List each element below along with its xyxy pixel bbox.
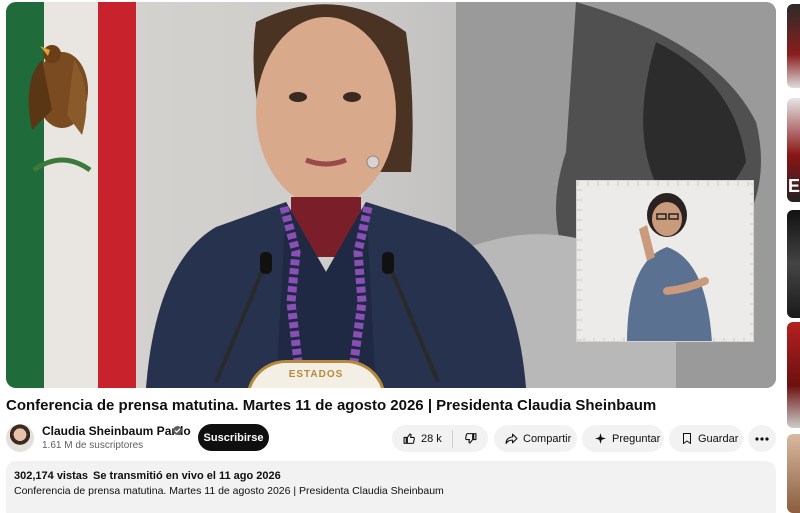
like-count: 28 k [421, 432, 442, 445]
like-button[interactable]: 28 k [392, 432, 452, 445]
more-horizontal-icon [755, 436, 769, 441]
video-title: Conferencia de prensa matutina. Martes 1… [6, 397, 657, 414]
share-label: Compartir [523, 432, 572, 445]
channel-avatar[interactable] [6, 424, 34, 452]
save-label: Guardar [698, 432, 739, 445]
video-player[interactable]: ESTADOS [6, 2, 776, 388]
dislike-button[interactable] [453, 432, 488, 445]
verified-check-icon [173, 426, 182, 435]
ask-button[interactable]: Preguntar [582, 425, 664, 452]
bookmark-icon [683, 433, 691, 444]
podium-seal: ESTADOS [246, 360, 386, 388]
related-video-thumbnail[interactable] [787, 210, 800, 318]
thumbs-up-icon [403, 433, 415, 444]
more-actions-button[interactable] [748, 425, 776, 452]
channel-name[interactable]: Claudia Sheinbaum Pardo [42, 424, 191, 438]
thumbnail-overlay-text: E [788, 176, 800, 196]
interpreter-figure [577, 181, 753, 341]
related-video-thumbnail[interactable] [787, 322, 800, 428]
subscriber-count: 1.61 M de suscriptores [42, 440, 144, 451]
view-count: 302,174 vistas [14, 470, 89, 482]
sparkle-icon [595, 433, 606, 444]
like-dislike-group: 28 k [392, 425, 488, 452]
share-arrow-icon [505, 433, 518, 444]
podium-text: ESTADOS [288, 369, 344, 380]
sign-language-interpreter-inset [576, 180, 754, 342]
related-video-thumbnail[interactable] [787, 4, 800, 88]
speaker-figure [146, 4, 526, 388]
mexican-flag [6, 2, 136, 388]
description-box[interactable]: 302,174 vistas Se transmitió en vivo el 1… [6, 461, 776, 513]
stream-date: Se transmitió en vivo el 11 ago 2026 [93, 470, 281, 482]
description-text: Conferencia de prensa matutina. Martes 1… [14, 485, 444, 497]
subscribe-button[interactable]: Suscribirse [198, 424, 269, 451]
description-meta: 302,174 vistas Se transmitió en vivo el 1… [14, 470, 281, 482]
related-video-thumbnail[interactable] [787, 434, 800, 513]
eagle-emblem-icon [28, 45, 92, 173]
ask-label: Preguntar [612, 432, 661, 445]
related-video-thumbnail[interactable]: E [787, 98, 800, 202]
share-button[interactable]: Compartir [494, 425, 577, 452]
thumbs-down-icon [465, 433, 477, 444]
save-button[interactable]: Guardar [669, 425, 743, 452]
